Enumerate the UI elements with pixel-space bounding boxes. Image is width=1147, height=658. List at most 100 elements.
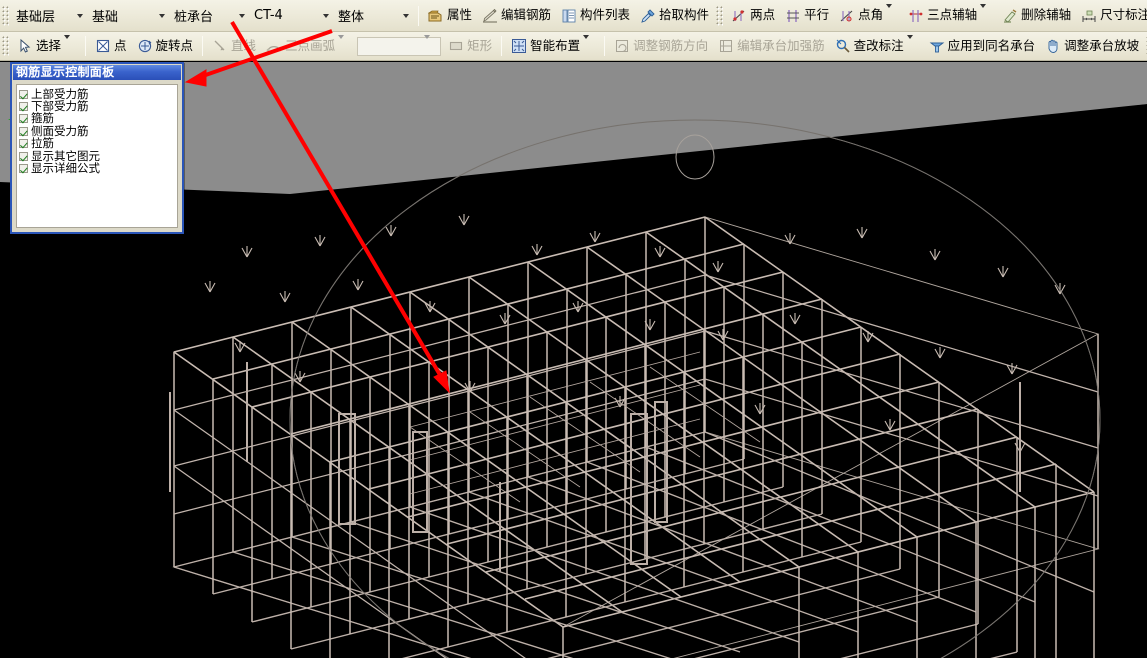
select-button[interactable]: 选择	[12, 34, 81, 58]
element-combo[interactable]: CT-4	[250, 5, 334, 26]
dimension-icon	[1081, 8, 1097, 24]
point-icon	[95, 38, 111, 54]
toolbar-secondary: 选择 点 旋转点 直线	[0, 32, 1147, 61]
three-point-icon	[908, 8, 924, 24]
level-combo[interactable]: 基础层	[12, 5, 88, 26]
rotate-point-button[interactable]: 旋转点	[132, 34, 199, 58]
two-point-icon	[731, 8, 747, 24]
line-icon	[212, 38, 228, 54]
rectangle-label: 矩形	[467, 40, 492, 53]
panel-title: 钢筋显示控制面板	[13, 65, 181, 80]
three-point-arc-button[interactable]: 三点画弧	[261, 34, 355, 58]
chevron-down-icon[interactable]	[424, 39, 438, 53]
point-angle-button[interactable]: 点角	[834, 4, 903, 28]
chk-top-rebar-label: 上部受力筋	[31, 89, 89, 100]
edit-cap-icon	[718, 38, 734, 54]
chk-show-formula[interactable]: 显示详细公式	[19, 162, 175, 174]
toolbar-grip-icon[interactable]	[2, 6, 9, 26]
modify-label-button[interactable]: 查改标注	[830, 34, 924, 58]
parallel-axis-button[interactable]: 平行	[780, 4, 834, 28]
arc-icon	[266, 38, 282, 54]
adjust-slope-label: 调整承台放坡	[1064, 40, 1139, 53]
toolbar-separator	[418, 6, 419, 26]
component-list-button[interactable]: 构件列表	[556, 4, 635, 28]
chk-tie-bar-box[interactable]	[19, 139, 28, 148]
chevron-down-icon[interactable]	[72, 7, 88, 25]
properties-button[interactable]: 属性	[423, 4, 477, 28]
vertical-bars	[174, 217, 1098, 658]
pencil-icon	[482, 8, 498, 24]
toolbar-grip-icon[interactable]	[716, 6, 723, 26]
dimension-button[interactable]: 尺寸标注	[1076, 4, 1147, 28]
adjust-dir-icon	[614, 38, 630, 54]
chk-bottom-rebar-box[interactable]	[19, 102, 28, 111]
chk-show-other-box[interactable]	[19, 152, 28, 161]
rebar-display-control-panel[interactable]: 钢筋显示控制面板 上部受力筋 下部受力筋 箍筋 侧面受力筋 拉筋	[10, 62, 184, 234]
chk-show-formula-box[interactable]	[19, 164, 28, 173]
chevron-down-icon[interactable]	[980, 8, 992, 23]
chk-stirrup-box[interactable]	[19, 114, 28, 123]
toolbar-grip-icon[interactable]	[2, 36, 9, 56]
point-label: 点	[114, 40, 127, 53]
apply-same-name-label: 应用到同名承台	[948, 40, 1036, 53]
toolbar-separator	[85, 36, 86, 56]
element-combo-value: CT-4	[254, 8, 283, 23]
category-combo[interactable]: 基础	[88, 5, 170, 26]
edit-rebar-button[interactable]: 编辑钢筋	[477, 4, 556, 28]
adjust-rebar-dir-label: 调整钢筋方向	[633, 40, 708, 53]
cursor-icon	[17, 38, 33, 54]
rectangle-button[interactable]: 矩形	[443, 34, 497, 58]
adjust-slope-button[interactable]: 调整承台放坡	[1040, 34, 1144, 58]
side-face-bars	[174, 275, 1098, 658]
parallel-label: 平行	[804, 9, 829, 22]
modify-label-label: 查改标注	[854, 40, 904, 53]
level-combo-value: 基础层	[16, 6, 55, 25]
category-combo-value: 基础	[92, 6, 118, 25]
eyedropper-icon	[640, 8, 656, 24]
three-point-label: 三点辅轴	[927, 9, 977, 22]
display-combo[interactable]: 整体	[334, 5, 414, 26]
chevron-down-icon[interactable]	[886, 8, 898, 23]
two-point-axis-button[interactable]: 两点	[726, 4, 780, 28]
chevron-down-icon[interactable]	[338, 39, 350, 54]
component-combo-value: 桩承台	[174, 6, 213, 25]
properties-icon	[428, 8, 444, 24]
chk-side-rebar-box[interactable]	[19, 127, 28, 136]
chevron-down-icon[interactable]	[907, 39, 919, 54]
chk-tie-bar-label: 拉筋	[31, 138, 54, 149]
edit-cap-rebar-button[interactable]: 编辑承台加强筋	[713, 34, 830, 58]
chevron-down-icon[interactable]	[64, 39, 76, 54]
style-combo[interactable]	[357, 37, 441, 56]
top-mat-transverse	[174, 217, 1094, 627]
toolbar-separator	[604, 36, 605, 56]
three-point-axis-button[interactable]: 三点辅轴	[903, 4, 997, 28]
chevron-down-icon[interactable]	[583, 39, 595, 54]
pick-component-label: 拾取构件	[659, 9, 709, 22]
chevron-down-icon[interactable]	[318, 7, 334, 25]
delete-axis-button[interactable]: 删除辅轴	[997, 4, 1076, 28]
eraser-icon	[1002, 8, 1018, 24]
component-combo[interactable]: 桩承台	[170, 5, 250, 26]
chk-show-other-label: 显示其它图元	[31, 151, 100, 162]
panel-body: 上部受力筋 下部受力筋 箍筋 侧面受力筋 拉筋 显示其它图元	[16, 84, 178, 228]
point-button[interactable]: 点	[90, 34, 132, 58]
display-combo-value: 整体	[338, 6, 364, 25]
chk-side-rebar-label: 侧面受力筋	[31, 126, 89, 137]
chevron-down-icon[interactable]	[398, 7, 414, 25]
edit-cap-rebar-label: 编辑承台加强筋	[737, 40, 825, 53]
parallel-icon	[785, 8, 801, 24]
smart-layout-button[interactable]: 智能布置	[506, 34, 600, 58]
two-point-label: 两点	[750, 9, 775, 22]
adjust-rebar-dir-button[interactable]: 调整钢筋方向	[609, 34, 713, 58]
rect-icon	[448, 38, 464, 54]
pick-component-button[interactable]: 拾取构件	[635, 4, 714, 28]
apply-same-name-button[interactable]: 应用到同名承台	[924, 34, 1041, 58]
three-point-arc-label: 三点画弧	[285, 40, 335, 53]
chevron-down-icon[interactable]	[154, 7, 170, 25]
chk-top-rebar-box[interactable]	[19, 90, 28, 99]
toolbar-separator	[202, 36, 203, 56]
application-window: Z Y X 钢筋显示控制面板 上部受力筋 下部受力筋	[0, 0, 1147, 658]
line-button[interactable]: 直线	[207, 34, 261, 58]
apply-icon	[929, 38, 945, 54]
chevron-down-icon[interactable]	[234, 7, 250, 25]
